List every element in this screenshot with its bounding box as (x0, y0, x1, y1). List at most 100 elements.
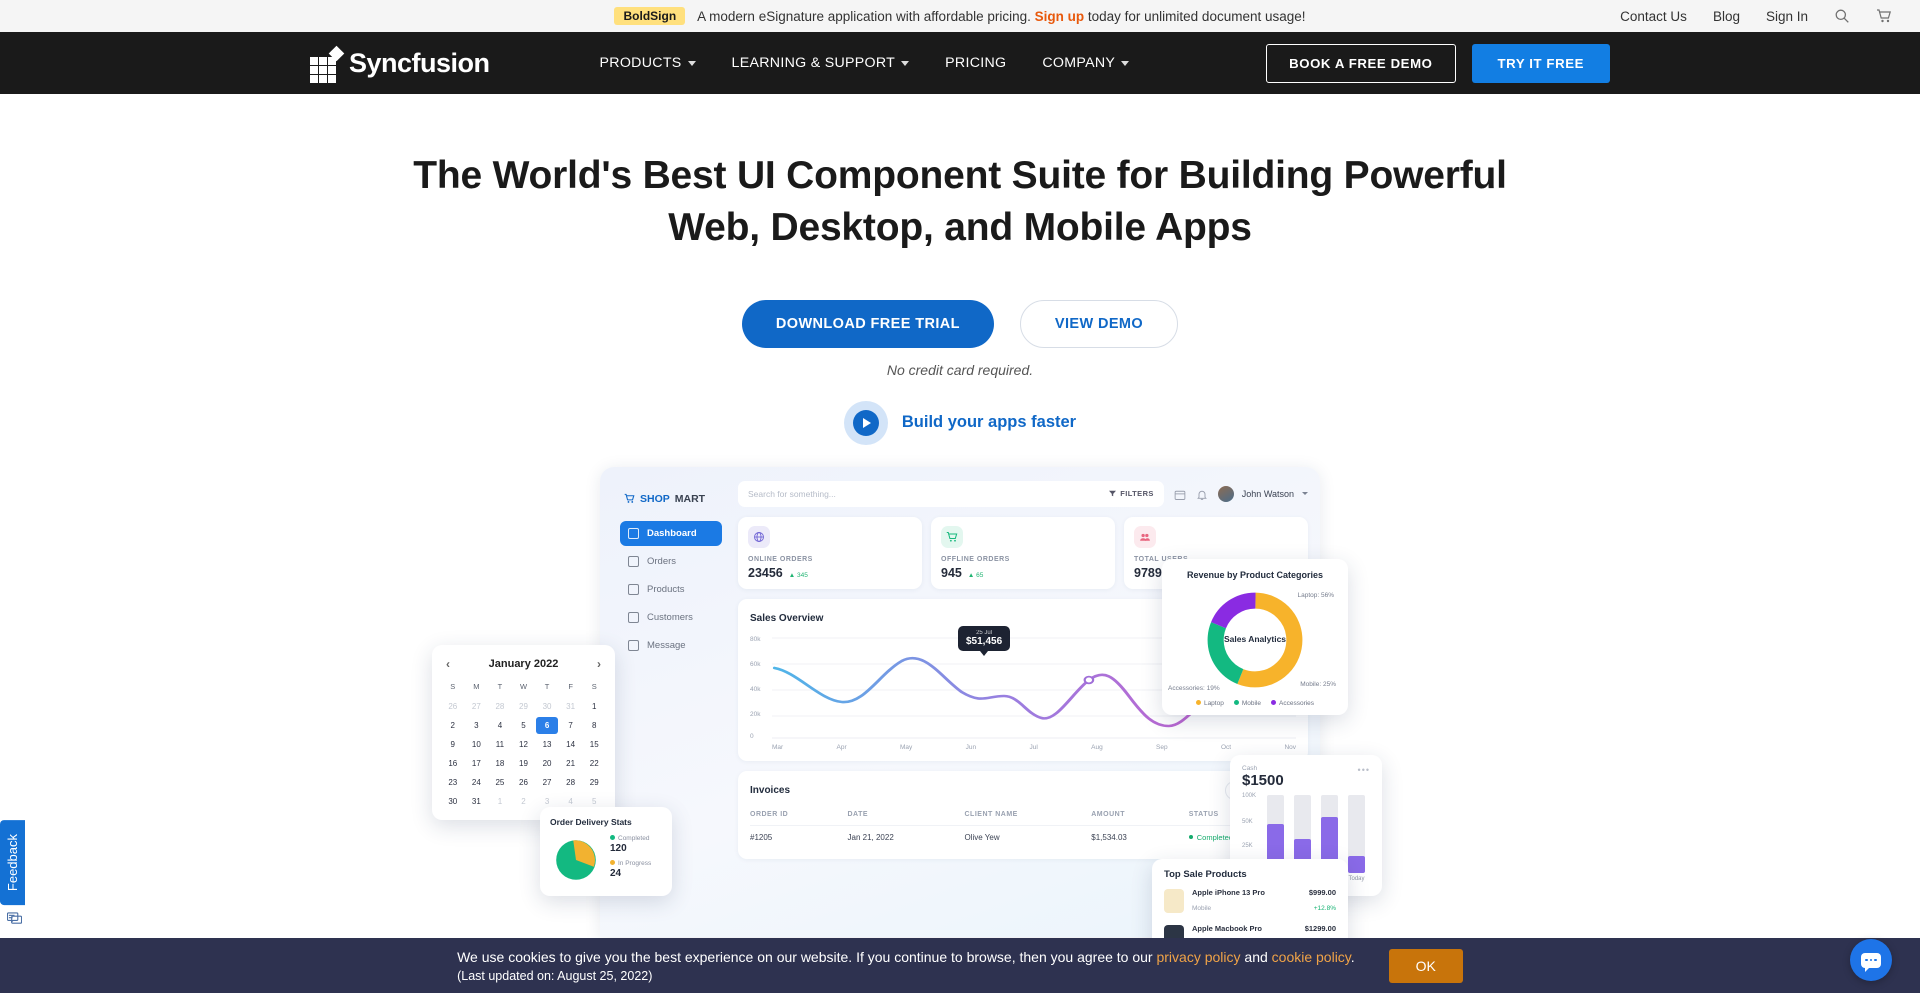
calendar-day[interactable]: 20 (536, 755, 558, 772)
calendar-day[interactable]: 22 (583, 755, 605, 772)
calendar-day[interactable]: 23 (442, 774, 464, 791)
nav-item-pricing[interactable]: PRICING (945, 55, 1006, 71)
cookie-policy-link[interactable]: cookie policy (1272, 949, 1351, 965)
nav-item-company[interactable]: COMPANY (1042, 55, 1130, 71)
message-icon (628, 639, 639, 651)
calendar-day[interactable]: 15 (583, 736, 605, 753)
shopmart-logo: SHOP MART (624, 493, 722, 505)
syncfusion-logo[interactable]: Syncfusion (310, 45, 490, 83)
promo-signup-link[interactable]: Sign up (1035, 9, 1085, 24)
nav-item-pricing-label: PRICING (945, 55, 1007, 71)
more-options-icon[interactable]: ••• (1358, 765, 1370, 775)
calendar-next-button[interactable]: › (597, 657, 601, 671)
book-free-demo-button[interactable]: BOOK A FREE DEMO (1266, 43, 1456, 83)
products-icon (628, 583, 639, 595)
user-menu[interactable]: John Watson (1217, 485, 1308, 502)
calendar-day[interactable]: 28 (560, 774, 582, 791)
product-price: $999.00 (1308, 887, 1336, 897)
y-tick: 40k (750, 685, 761, 693)
calendar-day[interactable]: 26 (513, 774, 535, 791)
contact-us-link[interactable]: Contact Us (1620, 9, 1687, 24)
download-free-trial-button[interactable]: DOWNLOAD FREE TRIAL (741, 299, 994, 348)
page-title: The World's Best UI Component Suite for … (413, 154, 1507, 249)
list-item[interactable]: Apple iPhone 13 Pro Mobile $999.00 +12.8… (1164, 888, 1336, 915)
calendar-day[interactable]: 11 (489, 736, 511, 753)
bar-column (1348, 794, 1365, 873)
privacy-policy-link[interactable]: privacy policy (1156, 949, 1240, 965)
calendar-day[interactable]: 26 (442, 698, 464, 715)
calendar-day[interactable]: 19 (513, 755, 535, 772)
calendar-day[interactable]: 3 (466, 717, 488, 734)
calendar-day[interactable]: 13 (536, 736, 558, 753)
calendar-day[interactable]: 1 (489, 793, 511, 810)
calendar-day[interactable]: 17 (466, 755, 488, 772)
feedback-chat-icon[interactable] (6, 912, 23, 929)
calendar-day[interactable]: 2 (442, 717, 464, 734)
dashboard-mockup: SHOP MART Dashboard Orders Products Custo… (432, 466, 1382, 993)
calendar-day[interactable]: 31 (560, 698, 582, 715)
calendar-day[interactable]: 29 (583, 774, 605, 791)
promo-text-after: today for unlimited document usage! (1084, 8, 1306, 24)
legend-item-completed: Completed (610, 834, 649, 842)
calendar-day[interactable]: 28 (489, 698, 511, 715)
tooltip-date: 25 Jul (976, 629, 993, 636)
chat-bubble-icon[interactable] (1850, 939, 1892, 981)
calendar-day[interactable]: 8 (583, 717, 605, 734)
calendar-day[interactable]: 1 (583, 698, 605, 715)
donut-label-accessories: Accessories: 19% (1168, 684, 1220, 692)
invoices-panel: Invoices + New Invoice ORDER ID DATE CLI… (738, 770, 1308, 859)
sign-in-link[interactable]: Sign In (1766, 9, 1808, 24)
calendar-day[interactable]: 27 (536, 774, 558, 791)
sales-x-axis: Mar Apr May Jun Jul Aug Sep Oct Nov (750, 744, 1296, 751)
build-apps-video-link[interactable]: Build your apps faster (0, 400, 1920, 445)
try-it-free-button[interactable]: TRY IT FREE (1471, 43, 1610, 83)
promo-text: A modern eSignature application with aff… (697, 9, 1305, 24)
calendar-day[interactable]: 4 (489, 717, 511, 734)
calendar-icon[interactable] (1174, 488, 1186, 500)
blog-link[interactable]: Blog (1713, 9, 1740, 24)
hero-section: The World's Best UI Component Suite for … (0, 94, 1920, 445)
calendar-widget: ‹ January 2022 › S M T W T F S 26 27 28 29 3… (432, 644, 615, 820)
filters-button[interactable]: FILTERS (1109, 489, 1154, 498)
search-icon[interactable] (1834, 8, 1850, 24)
calendar-day[interactable]: 7 (560, 717, 582, 734)
x-tick: Jun (965, 743, 977, 751)
sidebar-item-customers[interactable]: Customers (620, 605, 722, 630)
sidebar-item-orders[interactable]: Orders (620, 549, 722, 574)
calendar-day[interactable]: 21 (560, 755, 582, 772)
calendar-day[interactable]: 2 (513, 793, 535, 810)
search-input[interactable]: Search for something... FILTERS (738, 480, 1164, 507)
calendar-day[interactable]: 9 (442, 736, 464, 753)
calendar-day[interactable]: 14 (560, 736, 582, 753)
table-row[interactable]: #1205 Jan 21, 2022 Olive Yew $1,534.03 C… (750, 826, 1296, 849)
calendar-day[interactable]: 5 (513, 717, 535, 734)
calendar-day[interactable]: 31 (466, 793, 488, 810)
calendar-day[interactable]: 30 (536, 698, 558, 715)
calendar-day[interactable]: 10 (466, 736, 488, 753)
calendar-day[interactable]: 12 (513, 736, 535, 753)
sidebar-item-dashboard[interactable]: Dashboard (620, 520, 722, 546)
calendar-day[interactable]: 16 (442, 755, 464, 772)
y-tick: 80k (750, 635, 761, 643)
calendar-day[interactable]: 27 (466, 698, 488, 715)
calendar-day[interactable]: 6 (536, 716, 558, 734)
calendar-prev-button[interactable]: ‹ (446, 657, 450, 671)
calendar-day[interactable]: 25 (489, 774, 511, 791)
nav-item-products[interactable]: PRODUCTS (600, 55, 696, 71)
sidebar-item-message[interactable]: Message (620, 633, 722, 658)
dashboard-icon (628, 527, 639, 539)
cart-icon[interactable] (1876, 8, 1892, 24)
promo-text-before: A modern eSignature application with aff… (697, 8, 1035, 24)
no-credit-card-note: No credit card required. (886, 361, 1034, 378)
calendar-day[interactable]: 18 (489, 755, 511, 772)
stat-label: OFFLINE ORDERS (941, 555, 1010, 563)
feedback-tab[interactable]: Feedback (0, 820, 25, 906)
sidebar-item-products[interactable]: Products (620, 577, 722, 602)
nav-item-learning-support[interactable]: LEARNING & SUPPORT (732, 55, 910, 71)
calendar-day[interactable]: 29 (513, 698, 535, 715)
calendar-day[interactable]: 30 (442, 793, 464, 810)
bell-icon[interactable] (1196, 488, 1208, 500)
calendar-day[interactable]: 24 (466, 774, 488, 791)
view-demo-button[interactable]: VIEW DEMO (1019, 299, 1179, 348)
cookie-ok-button[interactable]: OK (1388, 948, 1463, 983)
